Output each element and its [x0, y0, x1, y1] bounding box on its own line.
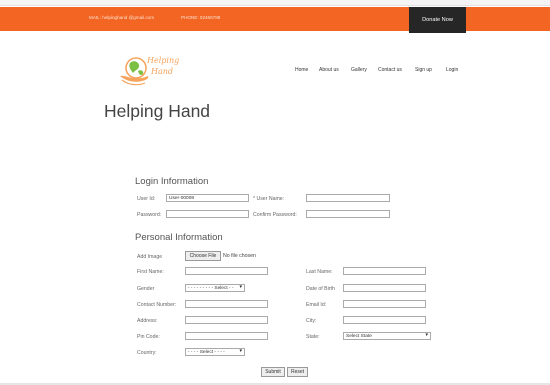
personal-section-heading: Personal Information [135, 232, 223, 243]
dob-label: Date of Birth [306, 286, 335, 292]
state-select[interactable]: Select State ▾ [343, 332, 431, 340]
email-field[interactable] [343, 300, 426, 308]
contact-number-label: Contact Number: [137, 302, 177, 308]
user-name-label: * User Name: [253, 196, 285, 202]
first-name-field[interactable] [185, 267, 268, 275]
country-select[interactable]: - - - - Select - - - - ▾ [185, 348, 245, 356]
logo-text-line1: Helping [147, 56, 180, 65]
confirm-password-field[interactable] [306, 210, 390, 218]
login-section-heading: Login Information [135, 176, 209, 187]
chevron-down-icon: ▾ [239, 348, 242, 354]
gender-label: Gender [137, 286, 155, 292]
password-field[interactable] [166, 210, 249, 218]
reset-button[interactable]: Reset [287, 367, 308, 377]
logo[interactable]: Helping Hand [118, 50, 180, 90]
user-name-field[interactable] [306, 194, 390, 202]
user-id-field[interactable]: User-00008 [166, 194, 249, 202]
page-title: Helping Hand [104, 101, 211, 121]
state-label: State: [306, 334, 320, 340]
nav-contact-us[interactable]: Contact us [378, 67, 402, 73]
confirm-password-label: Confirm Password: [253, 212, 297, 218]
chevron-down-icon: ▾ [425, 332, 428, 338]
state-value: Select State [346, 334, 372, 339]
logo-text-line2: Hand [151, 67, 174, 76]
no-file-text: No file chosen [223, 253, 256, 259]
browser-strip [0, 0, 550, 6]
top-bar: MAIL: helpinghand @gmail.com PHONE: 0246… [0, 7, 550, 33]
city-field[interactable] [343, 316, 426, 324]
choose-file-button[interactable]: Choose File [185, 251, 221, 261]
pin-code-label: Pin Code: [137, 334, 160, 340]
nav-login[interactable]: Login [446, 67, 458, 73]
donate-button[interactable]: Donate Now [409, 7, 466, 33]
email-label: Email Id: [306, 302, 327, 308]
gender-select[interactable]: - - - - - - - - - Select - - ▾ [185, 284, 245, 292]
last-name-field[interactable] [343, 267, 426, 275]
nav-about-us[interactable]: About us [319, 67, 339, 73]
city-label: City: [306, 318, 317, 324]
country-label: Country: [137, 350, 157, 356]
nav-home[interactable]: Home [295, 67, 308, 73]
address-label: Address: [137, 318, 158, 324]
gender-value: - - - - - - - - - Select - - [188, 286, 234, 291]
last-name-label: Last Name: [306, 269, 333, 275]
chevron-down-icon: ▾ [239, 284, 242, 290]
contact-phone: PHONE: 02466788 [181, 15, 221, 20]
user-id-label: User Id: [137, 196, 156, 202]
country-value: - - - - Select - - - - [188, 350, 225, 355]
nav-gallery[interactable]: Gallery [351, 67, 367, 73]
dob-field[interactable] [343, 284, 426, 292]
pin-code-field[interactable] [185, 332, 268, 340]
nav-sign-up[interactable]: Sign up [415, 67, 432, 73]
password-label: Password: [137, 212, 162, 218]
contact-mail: MAIL: helpinghand @gmail.com [89, 15, 155, 20]
submit-button[interactable]: Submit [261, 367, 285, 377]
contact-number-field[interactable] [185, 300, 268, 308]
first-name-label: First Name: [137, 269, 164, 275]
address-field[interactable] [185, 316, 268, 324]
add-image-label: Add Image [137, 254, 163, 260]
